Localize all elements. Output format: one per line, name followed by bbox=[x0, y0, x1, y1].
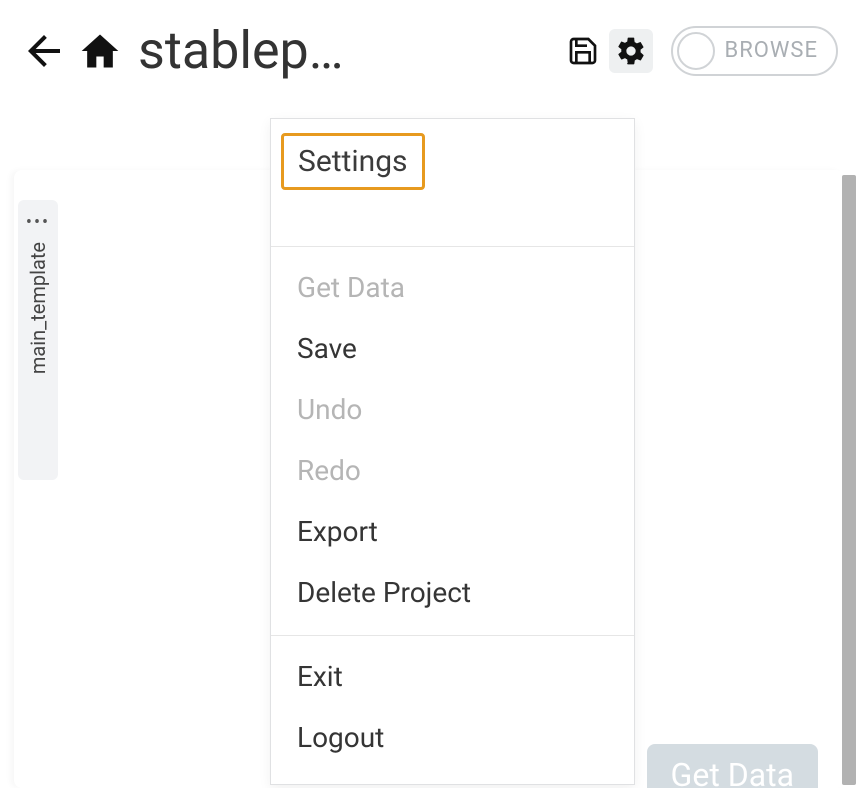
back-icon[interactable] bbox=[20, 27, 68, 75]
menu-item-delete-project[interactable]: Delete Project bbox=[271, 562, 634, 623]
sidebar-tab[interactable]: ••• main_template bbox=[18, 200, 58, 480]
menu-item-get-data: Get Data bbox=[271, 257, 634, 318]
gear-icon bbox=[615, 35, 647, 67]
menu-item-export[interactable]: Export bbox=[271, 501, 634, 562]
save-icon[interactable] bbox=[567, 35, 599, 67]
home-icon[interactable] bbox=[78, 29, 122, 73]
menu-item-save[interactable]: Save bbox=[271, 318, 634, 379]
scrollbar[interactable] bbox=[842, 175, 856, 785]
menu-item-redo: Redo bbox=[271, 440, 634, 501]
settings-button[interactable] bbox=[609, 29, 653, 73]
menu-item-undo: Undo bbox=[271, 379, 634, 440]
page-title: stablep… bbox=[138, 20, 344, 81]
menu-section-top: Settings bbox=[271, 119, 634, 247]
toggle-knob bbox=[677, 32, 715, 70]
menu-item-logout[interactable]: Logout bbox=[271, 707, 634, 768]
toggle-label: BROWSE bbox=[725, 38, 818, 63]
menu-section-bottom: Exit Logout bbox=[271, 636, 634, 784]
header-bar: stablep… BROWSE bbox=[0, 0, 858, 91]
menu-item-exit[interactable]: Exit bbox=[271, 646, 634, 707]
more-icon[interactable]: ••• bbox=[26, 214, 50, 232]
settings-dropdown: Settings Get Data Save Undo Redo Export … bbox=[270, 118, 635, 785]
sidebar-tab-label: main_template bbox=[26, 242, 50, 374]
menu-item-settings[interactable]: Settings bbox=[281, 133, 425, 190]
menu-section-middle: Get Data Save Undo Redo Export Delete Pr… bbox=[271, 247, 634, 636]
browse-toggle[interactable]: BROWSE bbox=[671, 26, 838, 76]
get-data-button[interactable]: Get Data bbox=[647, 744, 818, 788]
